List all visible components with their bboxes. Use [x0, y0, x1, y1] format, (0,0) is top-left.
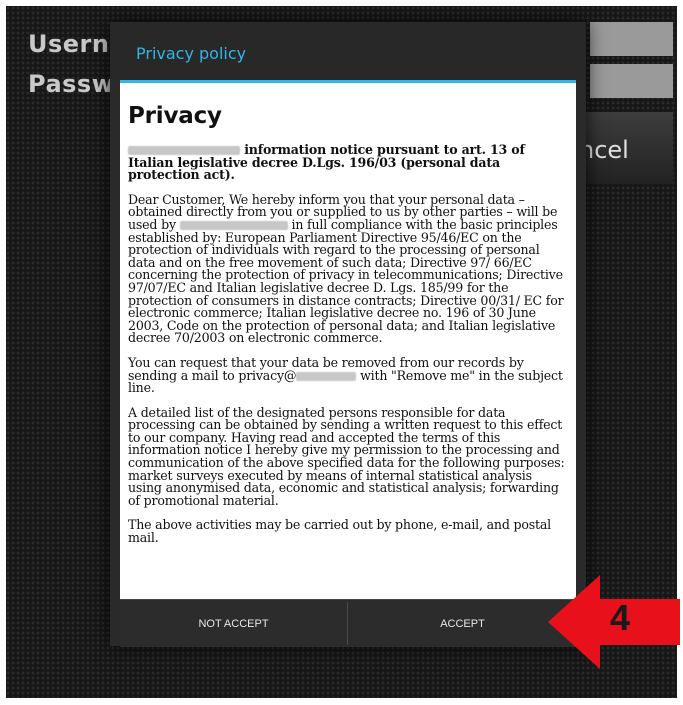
redacted-email-domain [296, 371, 357, 381]
password-field[interactable] [590, 64, 673, 98]
dialog-title-bar: Privacy policy [110, 22, 586, 80]
redacted-company-name [128, 146, 240, 155]
username-field[interactable] [590, 22, 673, 56]
policy-paragraph-3: A detailed list of the designated person… [128, 404, 565, 508]
dialog-button-bar: NOT ACCEPT ACCEPT [120, 599, 576, 647]
dialog-title: Privacy policy [136, 44, 247, 63]
cancel-button[interactable]: ncel [579, 112, 673, 184]
step-number: 4 [610, 597, 631, 638]
policy-paragraph-1: Dear Customer, We hereby inform you that… [128, 191, 564, 346]
policy-paragraph-4: The above activities may be carried out … [128, 517, 551, 546]
button-divider [347, 602, 348, 645]
policy-heading: Privacy [128, 103, 222, 129]
cancel-button-label: ncel [579, 136, 629, 164]
password-label: Passw [28, 70, 115, 98]
privacy-dialog: Privacy policy Privacy information notic… [110, 22, 586, 647]
policy-document[interactable]: Privacy information notice pursuant to a… [120, 83, 576, 619]
not-accept-button[interactable]: NOT ACCEPT [120, 600, 347, 647]
policy-intro: information notice pursuant to art. 13 o… [128, 142, 525, 183]
policy-paragraph-2: You can request that your data be remove… [128, 354, 563, 396]
redacted-company-name [179, 220, 288, 230]
